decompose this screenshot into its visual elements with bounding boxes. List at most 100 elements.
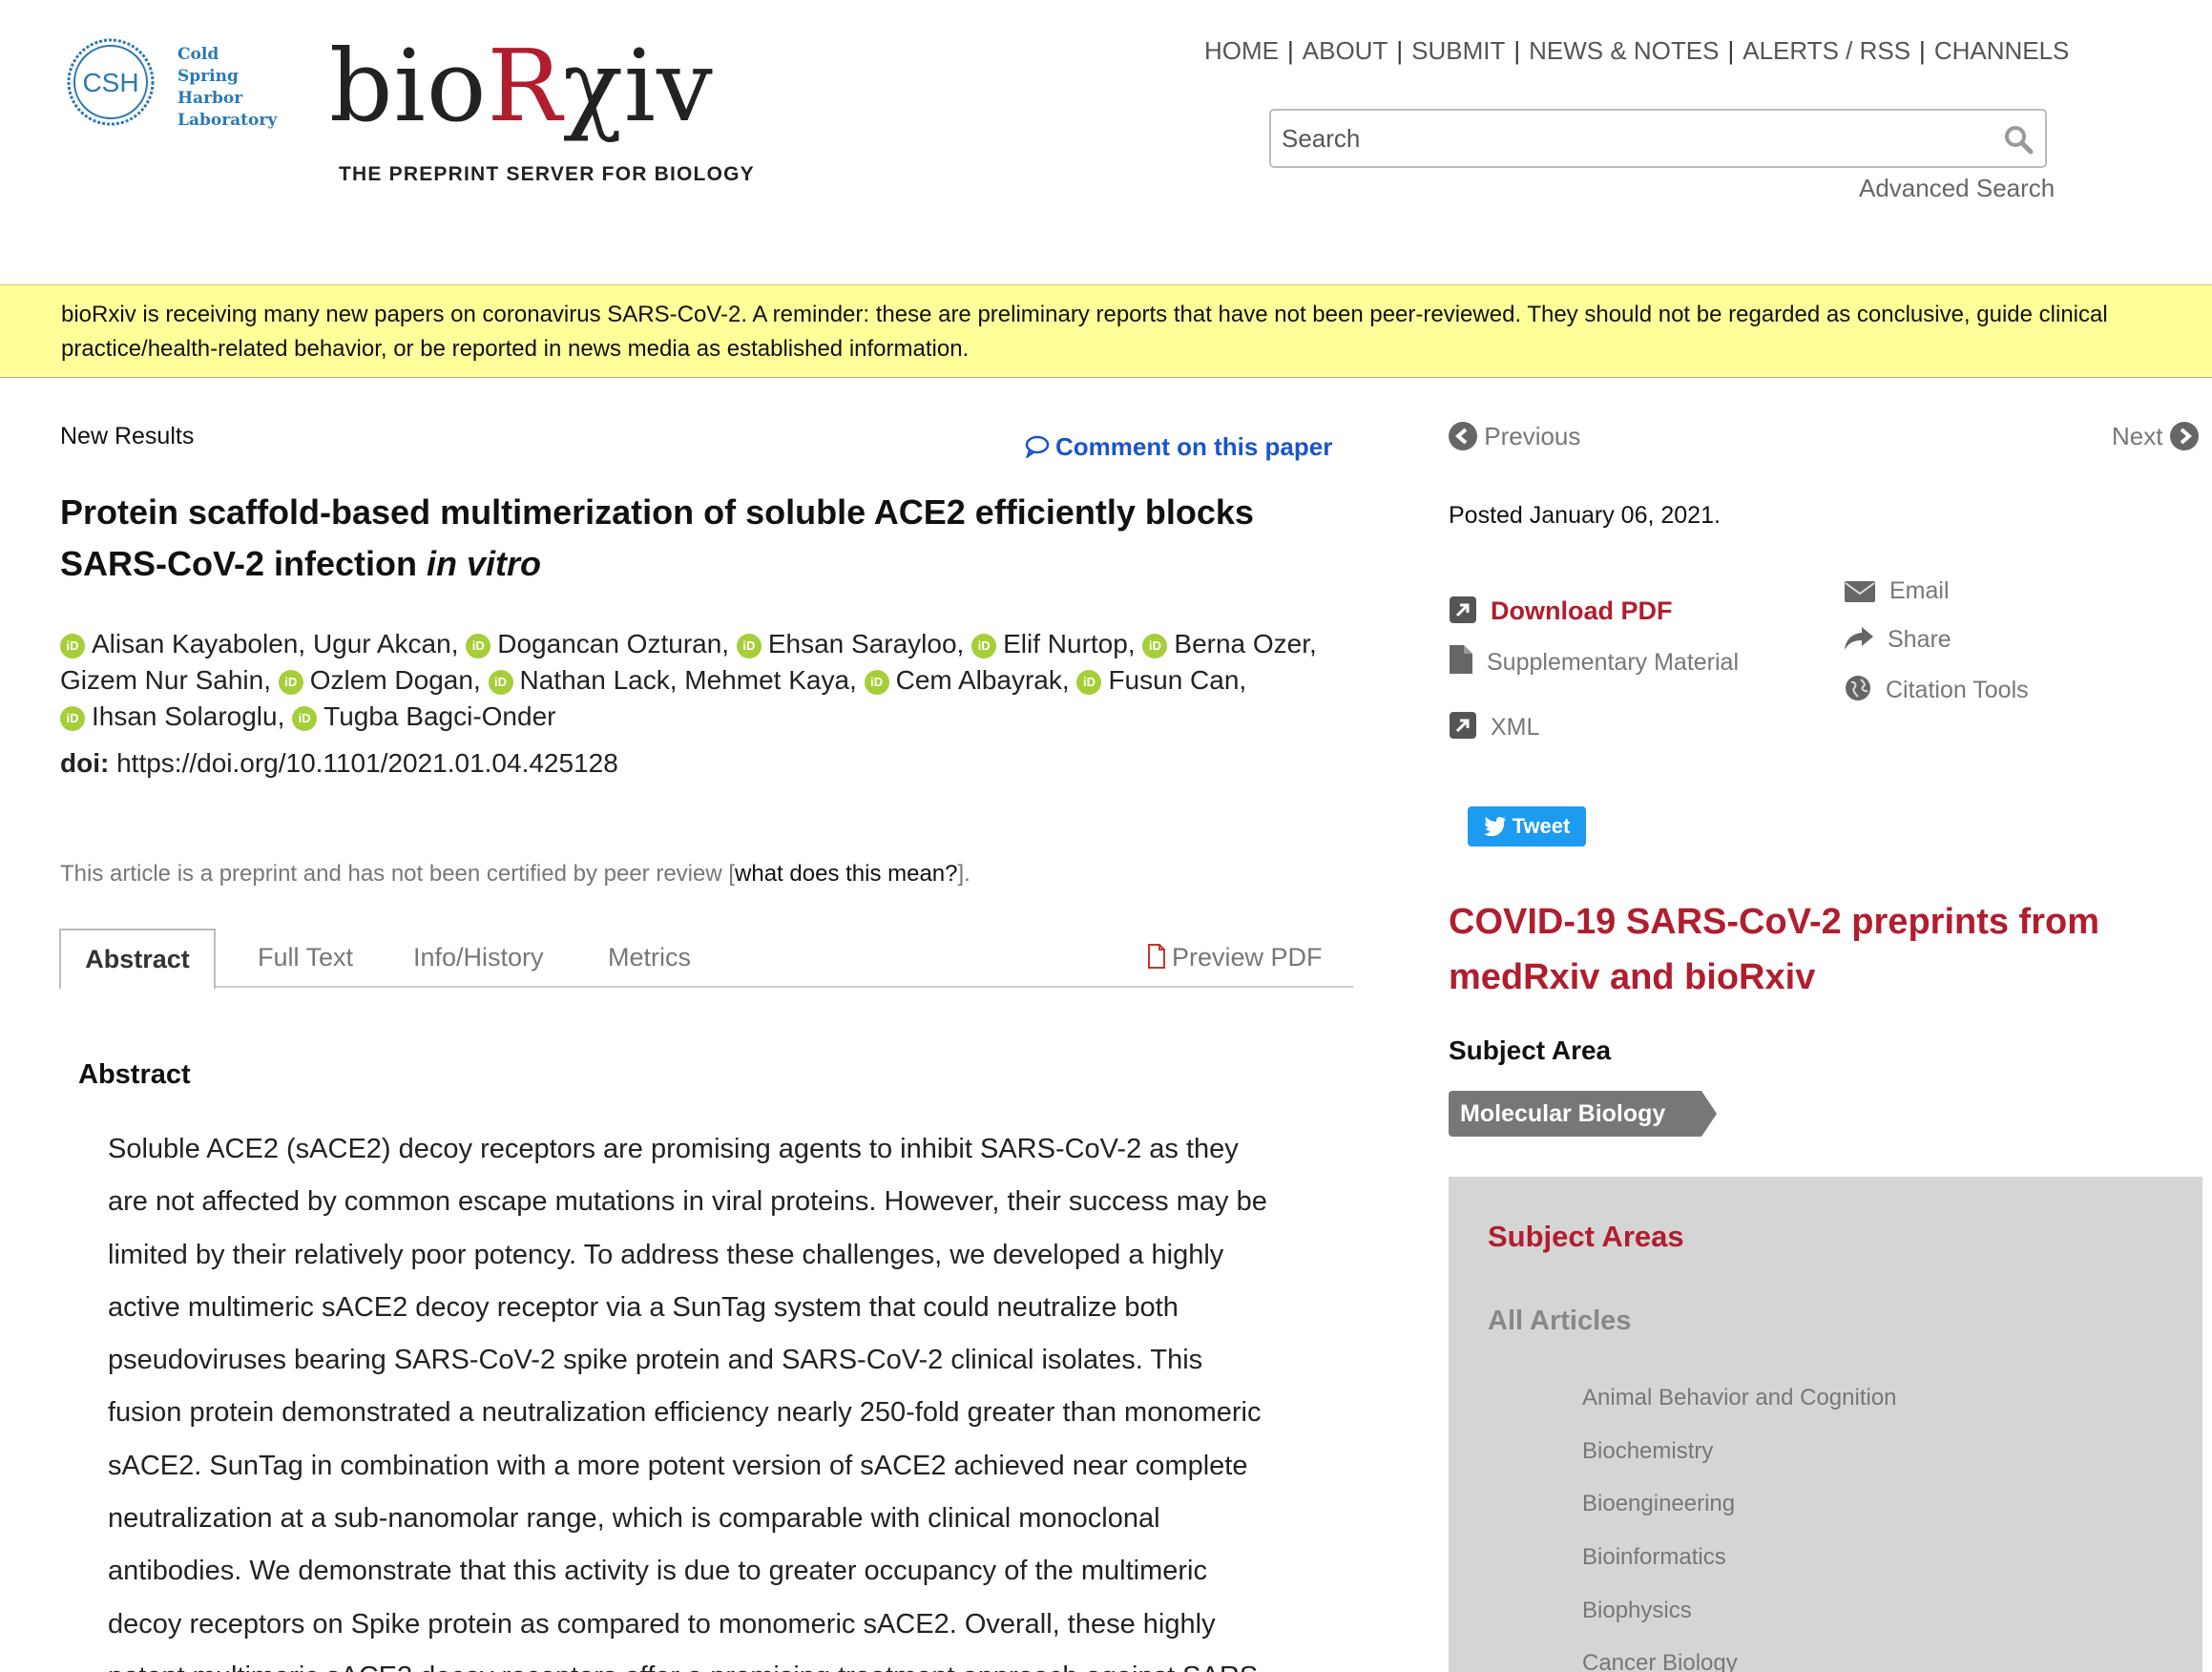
doi-link[interactable]: https://doi.org/10.1101/2021.01.04.42512… — [116, 748, 618, 778]
author-name: Cem Albayrak — [895, 665, 1062, 695]
abstract-line: active multimeric sACE2 decoy receptor v… — [108, 1291, 1179, 1323]
next-link[interactable]: Next — [2112, 422, 2199, 451]
author-name: Mehmet Kaya — [684, 665, 850, 695]
subject-tag-label: Molecular Biology — [1449, 1091, 1701, 1137]
author[interactable]: iD Dogancan Ozturan — [466, 629, 721, 658]
nav-home[interactable]: HOME — [1204, 36, 1279, 65]
tweet-button[interactable]: Tweet — [1468, 806, 1586, 846]
pdf-file-icon — [1148, 944, 1165, 969]
subject-item[interactable]: Biochemistry — [1582, 1438, 1897, 1492]
author[interactable]: iD Ihsan Solaroglu — [60, 701, 278, 731]
comment-icon — [1025, 435, 1050, 458]
nav-about[interactable]: ABOUT — [1303, 36, 1388, 65]
arrow-right-icon — [2169, 422, 2199, 450]
subject-item[interactable]: Biophysics — [1582, 1598, 1897, 1651]
abstract-line: decoy receptors on Spike protein as comp… — [108, 1608, 1216, 1640]
abstract-line: limited by their relatively poor potency… — [108, 1239, 1224, 1270]
abstract-line: potent multimeric sACE2 decoy receptors … — [108, 1651, 1310, 1672]
tab-full-text[interactable]: Full Text — [258, 929, 353, 988]
author[interactable]: iD Ehsan Sarayloo — [736, 629, 957, 658]
tab-abstract[interactable]: Abstract — [59, 929, 216, 990]
tab-metrics[interactable]: Metrics — [608, 929, 691, 988]
orcid-icon[interactable]: iD — [864, 670, 889, 695]
orcid-icon[interactable]: iD — [278, 670, 303, 695]
brand-prefix: bio — [329, 28, 488, 144]
brand-suffix: χiv — [562, 28, 714, 144]
tab-info-history[interactable]: Info/History — [413, 929, 544, 988]
subject-item[interactable]: Cancer Biology — [1582, 1650, 1897, 1672]
nav-separator: | — [1287, 36, 1294, 65]
tag-arrow — [1701, 1091, 1717, 1137]
supplementary-material-link[interactable]: Supplementary Material — [1449, 644, 1739, 677]
article-title: Protein scaffold-based multimerization o… — [60, 492, 1254, 583]
email-link[interactable]: Email — [1844, 577, 1950, 605]
author[interactable]: Gizem Nur Sahin — [60, 665, 263, 695]
covid-preprints-link[interactable]: COVID-19 SARS-CoV-2 preprints from medRx… — [1449, 894, 2202, 1005]
previous-link[interactable]: Previous — [1449, 422, 1580, 451]
download-pdf-link[interactable]: Download PDF — [1449, 596, 1673, 626]
subject-item[interactable]: Bioengineering — [1582, 1491, 1897, 1544]
author[interactable]: iD Berna Ozer — [1142, 629, 1309, 658]
subject-list: Animal Behavior and Cognition Biochemist… — [1582, 1385, 1897, 1672]
author[interactable]: iD Nathan Lack — [488, 665, 670, 695]
author[interactable]: iD Cem Albayrak — [864, 665, 1062, 695]
nav-submit[interactable]: SUBMIT — [1411, 36, 1505, 65]
orcid-icon[interactable]: iD — [1142, 634, 1168, 658]
comment-link[interactable]: Comment on this paper — [1025, 432, 1332, 462]
orcid-icon[interactable]: iD — [1076, 670, 1102, 695]
search-icon[interactable] — [2003, 124, 2034, 155]
orcid-icon[interactable]: iD — [292, 706, 318, 731]
orcid-icon[interactable]: iD — [971, 634, 997, 658]
subject-item[interactable]: Bioinformatics — [1582, 1544, 1897, 1598]
nav-separator: | — [1396, 36, 1404, 65]
all-articles-link[interactable]: All Articles — [1488, 1306, 1631, 1337]
author-name: Fusun Can — [1108, 665, 1240, 695]
advanced-search-link[interactable]: Advanced Search — [1859, 174, 2055, 203]
search-input[interactable] — [1271, 111, 1996, 166]
csh-logo-icon: CSH — [67, 38, 155, 126]
citation-tools-link[interactable]: Citation Tools — [1844, 674, 2029, 704]
abstract-line: pseudoviruses bearing SARS-CoV-2 spike p… — [108, 1345, 1203, 1376]
orcid-icon[interactable]: iD — [736, 634, 762, 658]
nav-alerts-rss[interactable]: ALERTS / RSS — [1742, 36, 1910, 65]
csh-name: Cold Spring Harbor Laboratory — [177, 45, 278, 130]
subject-area-heading: Subject Area — [1449, 1035, 1612, 1065]
orcid-icon[interactable]: iD — [60, 634, 85, 658]
posted-date: Posted January 06, 2021. — [1449, 502, 1721, 529]
tab-preview-pdf[interactable]: Preview PDF — [1147, 929, 1323, 988]
subject-item[interactable]: Animal Behavior and Cognition — [1582, 1385, 1897, 1438]
author[interactable]: iD Alisan Kayabolen — [60, 629, 298, 658]
nav-news-notes[interactable]: NEWS & NOTES — [1529, 36, 1719, 65]
supplementary-label: Supplementary Material — [1487, 649, 1740, 676]
nav-channels[interactable]: CHANNELS — [1934, 36, 2070, 65]
search-box — [1269, 109, 2047, 168]
orcid-icon[interactable]: iD — [60, 706, 85, 731]
download-pdf-label: Download PDF — [1491, 596, 1673, 625]
abstract-line: fusion protein demonstrated a neutraliza… — [108, 1397, 1262, 1429]
xml-link[interactable]: XML — [1449, 711, 1539, 742]
author[interactable]: iD Tugba Bagci-Onder — [292, 701, 555, 731]
article-section-label: New Results — [60, 423, 195, 449]
author[interactable]: Ugur Akcan — [313, 629, 451, 658]
biorxiv-logo[interactable]: bioRχiv — [329, 29, 714, 143]
subject-areas-title: Subject Areas — [1488, 1220, 1684, 1253]
csh-logo[interactable]: CSH Cold Spring Harbor Laboratory — [63, 34, 282, 139]
what-does-this-mean-link[interactable]: what does this mean? — [735, 861, 957, 887]
author-name: Alisan Kayabolen — [92, 629, 299, 658]
author[interactable]: iD Fusun Can — [1076, 665, 1239, 695]
nav-separator: | — [1727, 36, 1735, 65]
document-icon — [1450, 645, 1472, 674]
brand-r: R — [487, 28, 563, 144]
share-link[interactable]: Share — [1844, 625, 1951, 654]
orcid-icon[interactable]: iD — [488, 670, 513, 695]
abstract-line: antibodies. We demonstrate that this act… — [108, 1556, 1207, 1587]
author-name: Ihsan Solaroglu — [92, 701, 278, 731]
top-nav: HOME | ABOUT | SUBMIT | NEWS & NOTES | ALERTS / … — [1204, 36, 2069, 66]
author[interactable]: Mehmet Kaya — [684, 665, 849, 695]
abstract-line: are not affected by common escape mutati… — [108, 1186, 1267, 1218]
author[interactable]: iD Ozlem Dogan — [278, 665, 473, 695]
author[interactable]: iD Elif Nurtop — [971, 629, 1128, 658]
next-label: Next — [2112, 422, 2163, 450]
external-link-icon — [1450, 712, 1476, 739]
orcid-icon[interactable]: iD — [466, 634, 491, 658]
